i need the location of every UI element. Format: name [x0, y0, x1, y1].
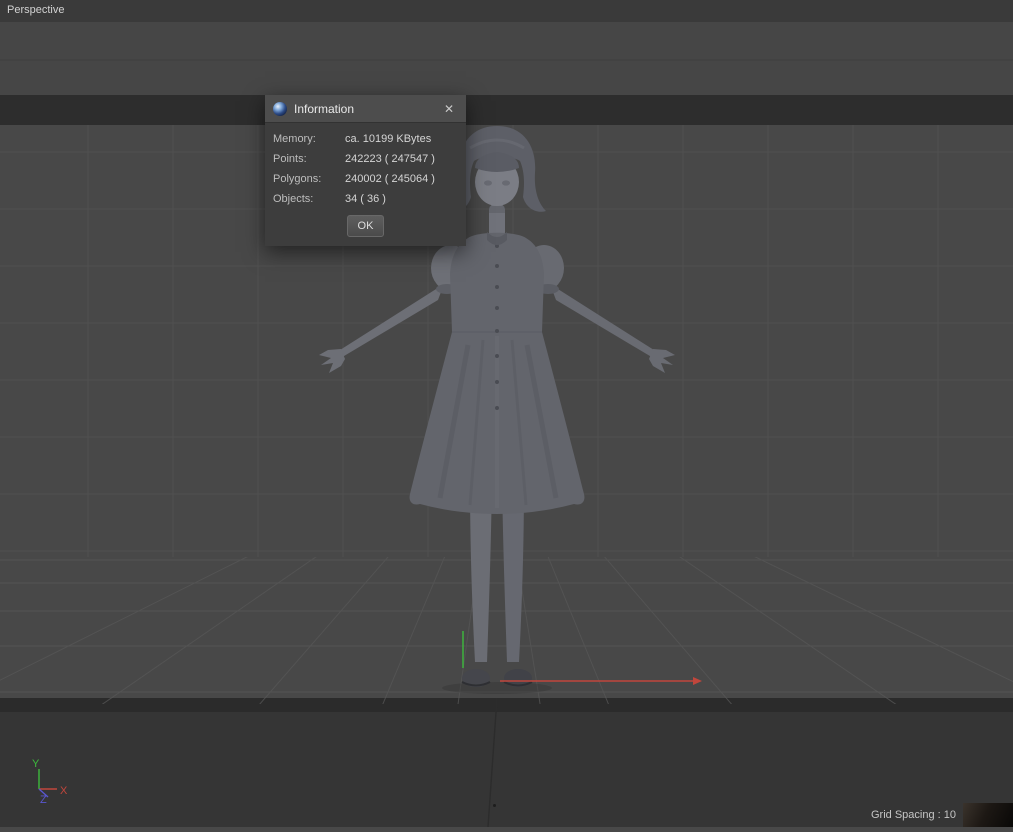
dialog-body: Memory: ca. 10199 KBytes Points: 242223 …: [265, 123, 466, 246]
info-value: 240002 ( 245064 ): [345, 173, 435, 185]
grid-spacing-label: Grid Spacing : 10: [871, 809, 956, 821]
info-label: Objects:: [273, 193, 314, 205]
ok-button[interactable]: OK: [346, 215, 385, 237]
info-value: 34 ( 36 ): [345, 193, 386, 205]
floor-dot: [493, 804, 496, 807]
dialog-titlebar[interactable]: Information ✕: [265, 95, 466, 123]
corner-thumbnail: [963, 803, 1013, 827]
info-row-memory: Memory: ca. 10199 KBytes: [265, 129, 466, 149]
dialog-title: Information: [294, 101, 355, 116]
info-value: ca. 10199 KBytes: [345, 133, 432, 145]
viewport-canvas[interactable]: Y X Z: [0, 0, 1013, 828]
info-label: Points:: [273, 153, 307, 165]
info-row-polygons: Polygons: 240002 ( 245064 ): [265, 169, 466, 189]
information-dialog: Information ✕ Memory: ca. 10199 KBytes P…: [265, 95, 466, 246]
viewport-name-label[interactable]: Perspective: [7, 4, 64, 16]
info-label: Memory:: [273, 133, 316, 145]
info-row-points: Points: 242223 ( 247547 ): [265, 149, 466, 169]
info-value: 242223 ( 247547 ): [345, 153, 435, 165]
close-icon[interactable]: ✕: [440, 100, 458, 118]
axis-x-label: X: [60, 785, 68, 797]
axis-y-label: Y: [32, 758, 40, 770]
axis-z-label: Z: [40, 794, 47, 806]
cinema4d-logo-icon: [273, 101, 287, 116]
info-label: Polygons:: [273, 173, 322, 185]
info-row-objects: Objects: 34 ( 36 ): [265, 189, 466, 209]
viewport-render: Y X Z: [0, 0, 1013, 828]
